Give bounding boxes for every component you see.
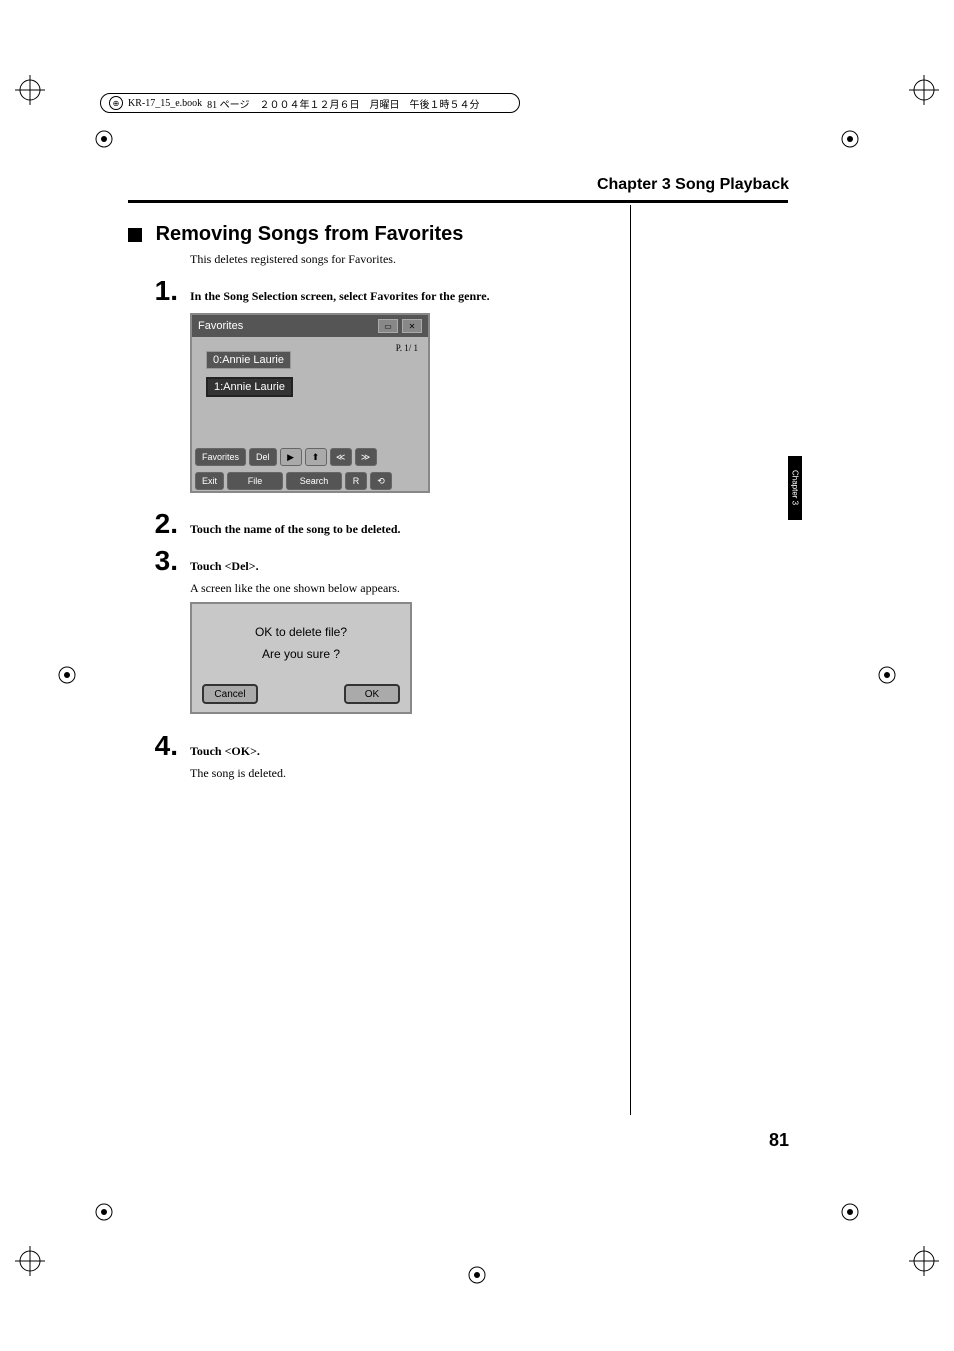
step-text: Touch <OK>. <box>190 744 260 759</box>
crop-mark-icon <box>15 75 45 105</box>
document-header: ⊕ KR-17_15_e.book 81 ページ ２００４年１２月６日 月曜日 … <box>100 93 520 113</box>
step-3: 3. Touch <Del>. <box>150 545 259 577</box>
bullet-square-icon <box>128 228 142 242</box>
step-text: Touch <Del>. <box>190 559 259 574</box>
dialog-message: OK to delete file? Are you sure ? <box>255 622 347 665</box>
crop-mark-icon <box>15 1246 45 1276</box>
page-indicator: P. 1/ 1 <box>396 343 418 353</box>
registration-mark-icon <box>838 127 862 151</box>
confirm-dialog: OK to delete file? Are you sure ? Cancel… <box>190 602 412 714</box>
step-1: 1. In the Song Selection screen, select … <box>150 275 490 307</box>
screen-toolbar-row1: Favorites Del ▶ ⬆ ≪ ≫ <box>192 445 428 469</box>
registration-mark-icon <box>55 663 79 687</box>
exit-button[interactable]: Exit <box>195 472 224 490</box>
registration-mark-icon <box>92 1200 116 1224</box>
screen-title: Favorites <box>198 320 243 332</box>
registration-mark-icon <box>875 663 899 687</box>
screen-body: P. 1/ 1 0:Annie Laurie 1:Annie Laurie <box>192 337 428 445</box>
step-subtext: A screen like the one shown below appear… <box>190 581 400 596</box>
dialog-line1: OK to delete file? <box>255 622 347 644</box>
page-number: 81 <box>769 1130 789 1151</box>
play-icon[interactable]: ▶ <box>280 448 302 466</box>
registration-mark-icon <box>92 127 116 151</box>
favorites-button[interactable]: Favorites <box>195 448 246 466</box>
close-icon[interactable]: ✕ <box>402 319 422 333</box>
header-page-info: 81 ページ ２００４年１２月６日 月曜日 午後１時５４分 <box>207 96 479 111</box>
favorites-screen: Favorites ▭ ✕ P. 1/ 1 0:Annie Laurie 1:A… <box>190 313 430 493</box>
dialog-line2: Are you sure ? <box>255 644 347 666</box>
screen-toolbar-row2: Exit File Search R ⟲ <box>192 469 428 493</box>
chapter-side-tab: Chapter 3 <box>788 456 802 520</box>
header-filename: KR-17_15_e.book <box>128 98 202 109</box>
search-button[interactable]: Search <box>286 472 342 490</box>
up-icon[interactable]: ⬆ <box>305 448 327 466</box>
crop-mark-icon <box>909 75 939 105</box>
section-intro: This deletes registered songs for Favori… <box>190 252 396 267</box>
vertical-divider <box>630 205 631 1115</box>
step-subtext: The song is deleted. <box>190 766 286 781</box>
section-heading-text: Removing Songs from Favorites <box>156 223 464 245</box>
dialog-buttons: Cancel OK <box>202 684 400 704</box>
prev-icon[interactable]: ≪ <box>330 448 352 466</box>
record-icon[interactable]: R <box>345 472 367 490</box>
step-number: 4. <box>150 730 178 762</box>
binder-icon: ⊕ <box>109 96 123 110</box>
section-heading: Removing Songs from Favorites <box>128 223 463 246</box>
screen-titlebar: Favorites ▭ ✕ <box>192 315 428 337</box>
crop-mark-icon <box>909 1246 939 1276</box>
song-list-item[interactable]: 0:Annie Laurie <box>206 351 291 369</box>
file-button[interactable]: File <box>227 472 283 490</box>
repeat-icon[interactable]: ⟲ <box>370 472 392 490</box>
next-icon[interactable]: ≫ <box>355 448 377 466</box>
song-list-item-selected[interactable]: 1:Annie Laurie <box>206 377 293 397</box>
registration-mark-icon <box>838 1200 862 1224</box>
ok-button[interactable]: OK <box>344 684 400 704</box>
step-text: In the Song Selection screen, select Fav… <box>190 289 490 304</box>
horizontal-rule <box>128 200 788 203</box>
cancel-button[interactable]: Cancel <box>202 684 258 704</box>
step-number: 1. <box>150 275 178 307</box>
step-number: 2. <box>150 508 178 540</box>
del-button[interactable]: Del <box>249 448 277 466</box>
step-number: 3. <box>150 545 178 577</box>
titlebar-icon[interactable]: ▭ <box>378 319 398 333</box>
chapter-title: Chapter 3 Song Playback <box>597 176 789 194</box>
step-4: 4. Touch <OK>. <box>150 730 260 762</box>
step-2: 2. Touch the name of the song to be dele… <box>150 508 401 540</box>
step-text: Touch the name of the song to be deleted… <box>190 522 401 537</box>
registration-mark-icon <box>465 1263 489 1287</box>
